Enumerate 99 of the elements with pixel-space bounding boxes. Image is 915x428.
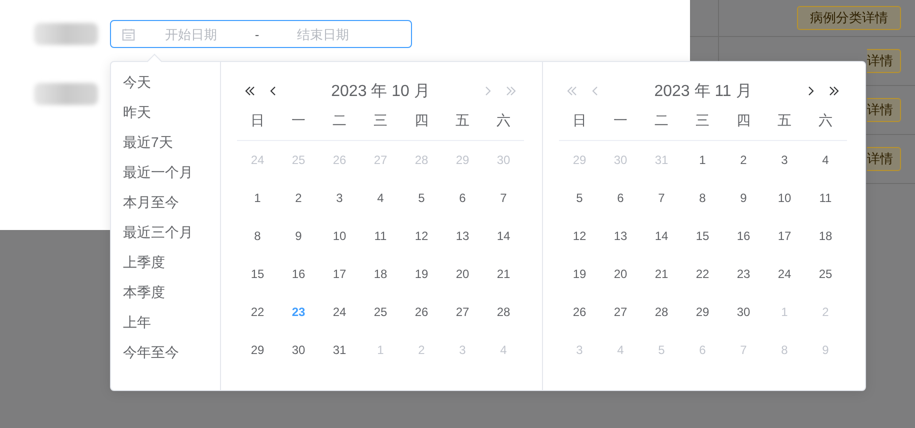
date-cell[interactable]: 13 [456, 229, 470, 243]
weekday-label: 一 [614, 112, 628, 130]
date-cell[interactable]: 5 [576, 191, 583, 205]
date-cell[interactable]: 27 [456, 305, 470, 319]
date-cell[interactable]: 4 [822, 153, 829, 167]
weekday-label: 二 [332, 112, 346, 130]
weekday-label: 六 [496, 112, 510, 130]
date-cell[interactable]: 15 [696, 229, 710, 243]
weekday-label: 一 [292, 112, 306, 130]
date-cell[interactable]: 5 [418, 191, 425, 205]
date-cell[interactable]: 9 [295, 229, 302, 243]
date-cell[interactable]: 24 [332, 305, 346, 319]
date-cell[interactable]: 28 [654, 305, 668, 319]
date-cell[interactable]: 9 [740, 191, 747, 205]
date-cell[interactable]: 8 [254, 229, 261, 243]
date-cell[interactable]: 29 [696, 305, 710, 319]
date-cell[interactable]: 8 [699, 191, 706, 205]
date-cell[interactable]: 1 [254, 191, 261, 205]
weekday-label: 三 [374, 112, 388, 130]
month-title: 2023 年 10 月 [331, 82, 430, 102]
details-button[interactable]: 详情 [867, 147, 901, 171]
double-right-chevron-icon[interactable] [828, 85, 841, 97]
double-left-chevron-icon[interactable] [243, 85, 255, 97]
date-cell[interactable]: 11 [819, 191, 832, 205]
weekday-label: 日 [250, 112, 264, 130]
range-separator: - [254, 26, 260, 42]
date-cell[interactable]: 18 [818, 229, 832, 243]
date-cell[interactable]: 16 [292, 267, 306, 281]
date-cell[interactable]: 22 [696, 267, 710, 281]
date-cell[interactable]: 10 [332, 229, 346, 243]
weekday-label: 五 [778, 112, 792, 130]
date-cell[interactable]: 27 [614, 305, 628, 319]
details-button[interactable]: 详情 [867, 98, 901, 122]
date-cell[interactable]: 20 [614, 267, 628, 281]
date-cell[interactable]: 31 [332, 343, 346, 357]
shortcut-item[interactable]: 本月至今 [111, 188, 220, 218]
date-cell[interactable]: 19 [572, 267, 586, 281]
shortcut-item[interactable]: 上年 [111, 308, 220, 338]
blurred-label [34, 83, 98, 105]
blurred-label [34, 23, 98, 45]
date-cell[interactable]: 25 [818, 267, 832, 281]
weekday-label: 二 [654, 112, 668, 130]
details-button[interactable]: 病例分类详情 [797, 6, 901, 30]
shortcut-item[interactable]: 本季度 [111, 278, 220, 308]
weekday-label: 三 [696, 112, 710, 130]
date-cell[interactable]: 23 [736, 267, 750, 281]
date-cell[interactable]: 19 [414, 267, 428, 281]
date-cell[interactable]: 14 [654, 229, 668, 243]
date-cell[interactable]: 12 [572, 229, 586, 243]
date-cell[interactable]: 25 [374, 305, 388, 319]
date-cell[interactable]: 28 [496, 305, 510, 319]
date-cell[interactable]: 24 [778, 267, 792, 281]
weekday-label: 四 [736, 112, 750, 130]
date-cell[interactable]: 22 [250, 305, 264, 319]
date-cell[interactable]: 7 [500, 191, 507, 205]
date-cell[interactable]: 6 [617, 191, 624, 205]
date-cell[interactable]: 18 [374, 267, 388, 281]
weekday-label: 四 [414, 112, 428, 130]
end-date-input[interactable]: 结束日期 [267, 26, 379, 42]
date-cell[interactable]: 6 [459, 191, 466, 205]
date-cell[interactable]: 20 [456, 267, 470, 281]
date-cell[interactable]: 21 [496, 267, 510, 281]
date-cell[interactable]: 12 [414, 229, 428, 243]
date-cell[interactable]: 2 [295, 191, 302, 205]
date-range-field[interactable]: 开始日期 - 结束日期 [110, 20, 412, 48]
date-cell[interactable]: 13 [614, 229, 628, 243]
month-title: 2023 年 11 月 [654, 82, 752, 102]
date-cell[interactable]: 29 [250, 343, 264, 357]
calendar-icon [122, 28, 135, 40]
details-button[interactable]: 详情 [867, 49, 901, 73]
shortcut-item[interactable]: 最近一个月 [111, 158, 220, 188]
date-cell[interactable]: 16 [736, 229, 750, 243]
weekday-label: 日 [572, 112, 586, 130]
date-cell[interactable]: 17 [778, 229, 792, 243]
date-cell[interactable]: 11 [374, 229, 387, 243]
date-cell[interactable]: 3 [336, 191, 343, 205]
weekday-label: 五 [456, 112, 470, 130]
start-date-input[interactable]: 开始日期 [135, 26, 247, 42]
shortcut-item[interactable]: 昨天 [111, 98, 220, 128]
date-cell[interactable]: 17 [332, 267, 346, 281]
shortcut-item[interactable]: 今天 [111, 68, 220, 98]
date-cell[interactable]: 4 [377, 191, 384, 205]
date-cell[interactable]: 3 [781, 153, 788, 167]
weekday-label: 六 [818, 112, 832, 130]
date-cell[interactable]: 10 [778, 191, 792, 205]
shortcut-item[interactable]: 最近三个月 [111, 218, 220, 248]
date-cell[interactable]: 30 [292, 343, 306, 357]
date-cell[interactable]: 7 [658, 191, 665, 205]
date-cell[interactable]: 26 [572, 305, 586, 319]
date-cell[interactable]: 30 [736, 305, 750, 319]
shortcut-item[interactable]: 上季度 [111, 248, 220, 278]
date-cell[interactable]: 2 [740, 153, 747, 167]
shortcut-item[interactable]: 最近7天 [111, 128, 220, 158]
date-cell[interactable]: 1 [699, 153, 706, 167]
date-cell[interactable]: 15 [250, 267, 264, 281]
date-cell[interactable]: 21 [654, 267, 668, 281]
date-cell[interactable]: 14 [496, 229, 510, 243]
shortcut-item[interactable]: 今年至今 [111, 338, 220, 368]
date-cell[interactable]: 26 [414, 305, 428, 319]
